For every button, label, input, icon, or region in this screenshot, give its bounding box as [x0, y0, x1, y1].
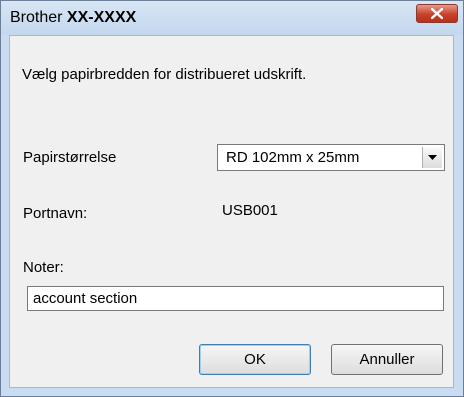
port-label: Portnavn: [23, 205, 88, 222]
close-button[interactable] [416, 4, 458, 23]
notes-label: Noter: [23, 259, 64, 276]
port-value: USB001 [222, 202, 278, 219]
cancel-button[interactable]: Annuller [331, 344, 443, 375]
dialog-body: Vælg papirbredden for distribueret udskr… [9, 35, 454, 388]
paper-size-dropdown-button[interactable] [422, 147, 442, 168]
paper-size-value: RD 102mm x 25mm [226, 149, 360, 166]
notes-value: account section [33, 290, 138, 307]
window-title: Brother XX-XXXX [10, 9, 136, 27]
instruction-text: Vælg papirbredden for distribueret udskr… [22, 66, 307, 83]
window-title-prefix: Brother [10, 9, 67, 26]
ok-button[interactable]: OK [199, 344, 311, 375]
notes-input[interactable]: account section [27, 286, 444, 311]
title-bar[interactable]: Brother XX-XXXX [1, 1, 463, 35]
paper-size-select[interactable]: RD 102mm x 25mm [217, 144, 445, 171]
window-title-model: XX-XXXX [66, 9, 137, 26]
dialog-window: Brother XX-XXXX Vælg papirbredden for di… [0, 0, 464, 397]
chevron-down-icon [428, 155, 437, 160]
paper-size-label: Papirstørrelse [23, 149, 117, 166]
close-icon [431, 8, 443, 19]
